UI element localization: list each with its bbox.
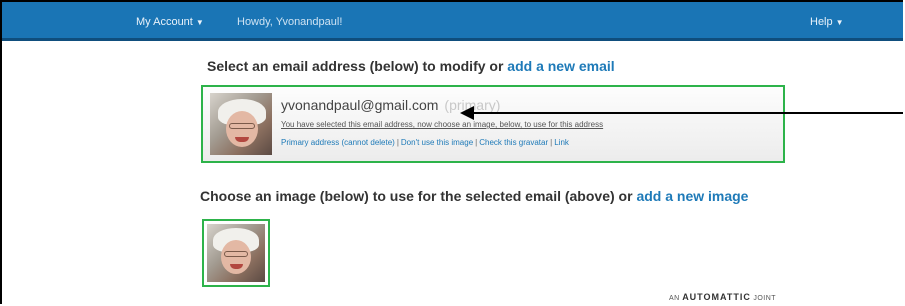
add-new-email-link[interactable]: add a new email [507,58,614,74]
chevron-down-icon: ▼ [835,18,844,27]
chevron-down-icon: ▼ [195,18,204,27]
topbar-divider [2,38,903,41]
footer-prefix: AN [669,295,680,302]
my-account-menu[interactable]: My Account ▼ [136,16,204,28]
footer-brand: AUTOMATTIC [682,292,751,302]
link-action[interactable]: Link [554,138,569,147]
email-actions: Primary address (cannot delete) | Don't us… [281,138,569,147]
choose-image-text: Choose an image (below) to use for the s… [200,188,633,204]
select-email-text: Select an email address (below) to modif… [207,58,504,74]
add-new-image-link[interactable]: add a new image [636,188,748,204]
avatar-glasses-shape [229,123,255,129]
top-navigation-bar: My Account ▼ Howdy, Yvonandpaul! Help ▼ [2,2,903,38]
email-avatar [210,93,272,155]
annotation-arrow-line [467,112,903,114]
choose-image-heading: Choose an image (below) to use for the s… [200,188,748,204]
separator: | [475,138,478,147]
select-email-heading: Select an email address (below) to modif… [207,58,615,74]
my-account-label: My Account [136,16,193,28]
separator: | [396,138,399,147]
help-label: Help [810,16,833,28]
help-menu[interactable]: Help ▼ [810,16,844,28]
check-gravatar-link[interactable]: Check this gravatar [479,138,548,147]
selected-email-card[interactable]: yvonandpaul@gmail.com (primary) You have … [201,85,785,163]
automattic-footer: AN AUTOMATTIC JOINT [669,292,776,302]
primary-address-action[interactable]: Primary address (cannot delete) [281,138,395,147]
image-thumbnail[interactable] [202,219,270,287]
avatar-glasses-shape [224,251,248,257]
selection-note: You have selected this email address, no… [281,120,604,129]
footer-suffix: JOINT [753,295,777,302]
dont-use-image-link[interactable]: Don't use this image [401,138,473,147]
annotation-arrow-head [460,106,474,120]
email-address-text: yvonandpaul@gmail.com [281,97,439,113]
separator: | [550,138,553,147]
browser-frame: My Account ▼ Howdy, Yvonandpaul! Help ▼ Se… [0,0,903,304]
thumbnail-avatar [207,224,265,282]
user-greeting: Howdy, Yvonandpaul! [237,16,343,28]
